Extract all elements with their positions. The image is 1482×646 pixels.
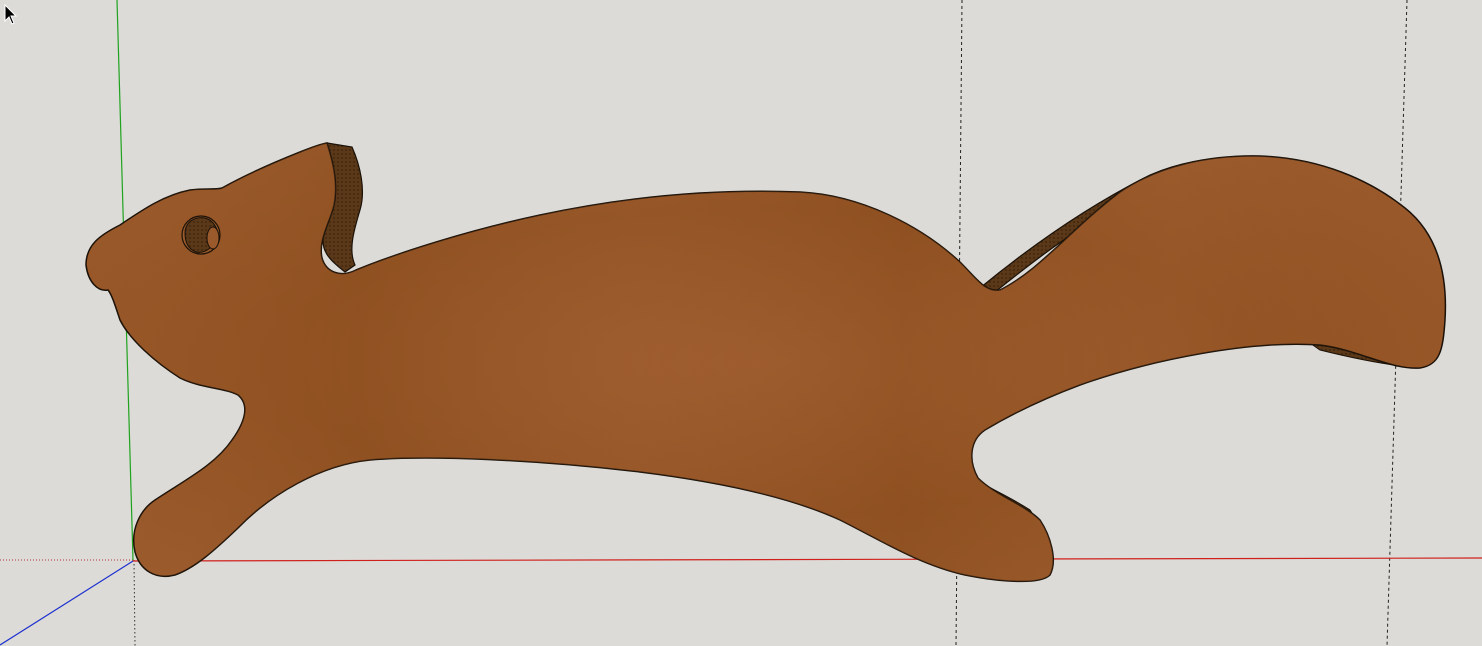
eye-hole-icon bbox=[181, 215, 221, 255]
red-axis bbox=[132, 557, 1482, 562]
scene-canvas[interactable] bbox=[0, 0, 1482, 646]
sketchup-3d-viewport[interactable] bbox=[0, 0, 1482, 646]
wood-grain-overlay bbox=[86, 143, 1446, 582]
guide-line-left bbox=[133, 559, 136, 646]
blue-axis bbox=[0, 560, 134, 646]
